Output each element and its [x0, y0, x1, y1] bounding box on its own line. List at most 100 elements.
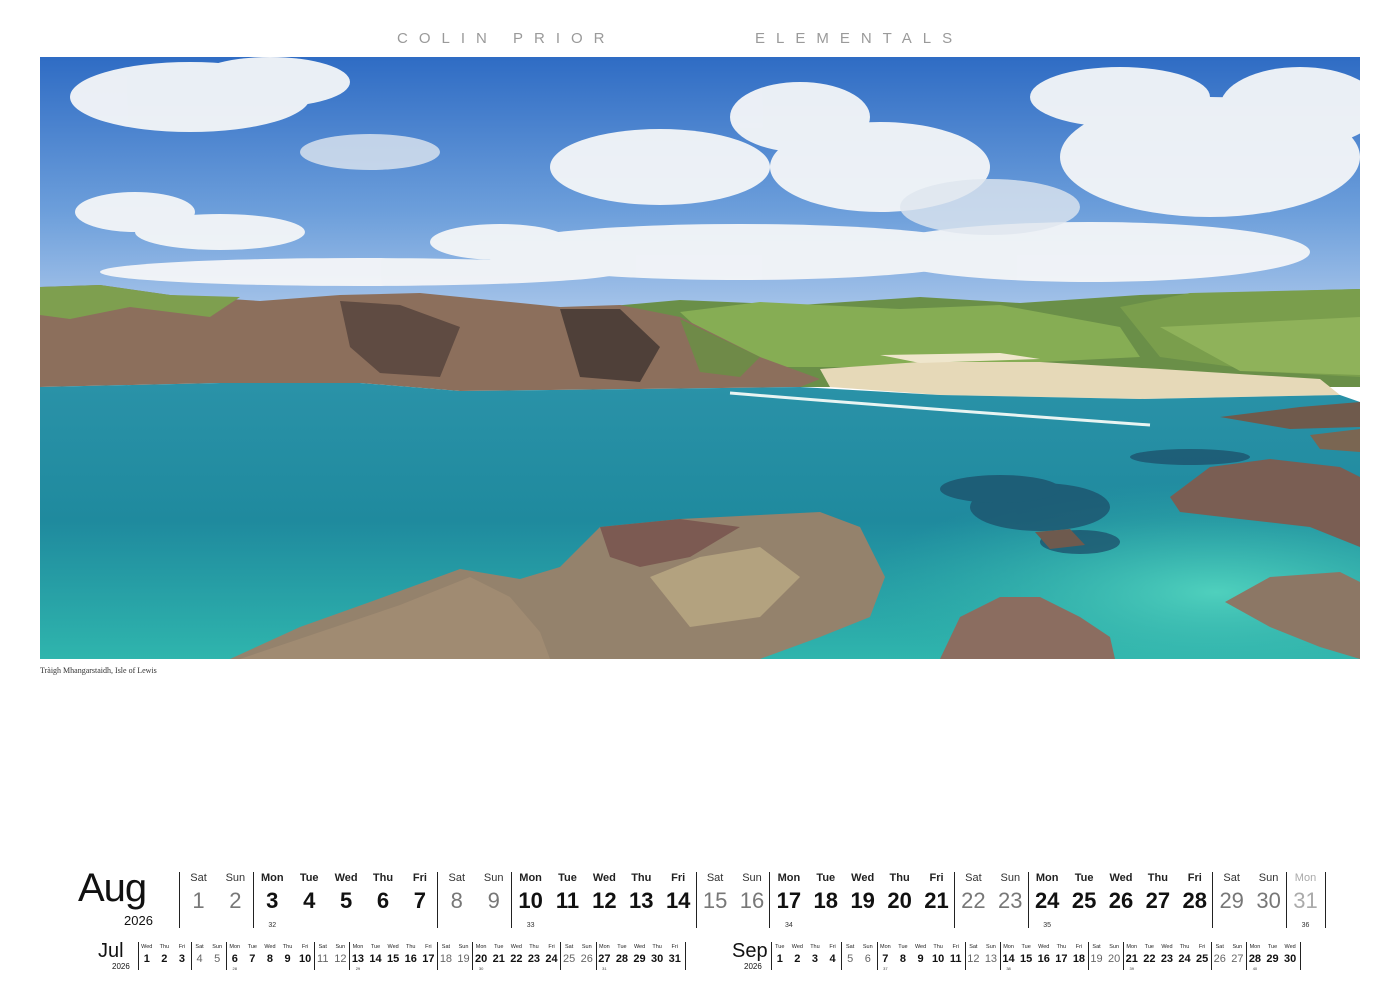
mini-day-cell: Sat 12: [965, 942, 983, 966]
day-name: Tue: [1074, 872, 1094, 884]
mini-day-name: Thu: [810, 944, 820, 950]
day-cell: Sat 8: [438, 870, 475, 916]
day-name: Fri: [412, 872, 427, 884]
day-cell: Mon 24 35: [1029, 870, 1066, 929]
day-separator: [179, 872, 180, 928]
day-number: 17: [776, 888, 802, 913]
day-cell: Tue 4: [291, 870, 328, 916]
day-number: 23: [998, 888, 1023, 913]
day-cell: Sun 23: [992, 870, 1029, 916]
mini-day-cell: Wed 9: [912, 942, 930, 966]
landscape-photo: [40, 57, 1360, 659]
mini-day-name: Sat: [969, 944, 978, 950]
day-separator: [953, 872, 955, 928]
mini-day-separator: [964, 942, 966, 970]
mini-day-name: Tue: [1267, 944, 1278, 950]
mini-day-number: 15: [1020, 953, 1033, 965]
mini-day-name: Mon: [1249, 944, 1261, 950]
day-number: 12: [592, 888, 617, 913]
mini-day-cell: Sat 26: [1211, 942, 1229, 966]
mini-day-cell: Sun 6: [859, 942, 877, 966]
mini-day-separator: [876, 942, 878, 970]
mini-day-number: 6: [864, 953, 871, 965]
day-separator: [511, 872, 513, 928]
mini-day-number: 5: [847, 953, 854, 965]
day-cell: Wed 5: [328, 870, 365, 916]
day-number: 21: [924, 888, 949, 913]
mini-week-number: 40: [1252, 966, 1258, 971]
mini-week-number: 39: [1129, 966, 1134, 971]
day-separator: [695, 872, 697, 928]
mini-day-number: 7: [882, 953, 889, 965]
day-number: 6: [376, 888, 390, 913]
day-cell: Tue 18: [807, 870, 844, 916]
mini-day-cell: Sat 5: [841, 942, 859, 966]
day-name: Wed: [851, 872, 875, 884]
day-name: Mon: [777, 872, 801, 884]
day-cell: Fri 21: [918, 870, 955, 916]
day-name: Sun: [225, 872, 246, 884]
mini-day-name: Sun: [1109, 944, 1120, 950]
main-month-grid: Sat 1 Sun 2 Mon 3 32 Tue 4 Wed 5 Thu 6 Fri 7 Sat 8 Sun 9 Mo…: [0, 870, 1400, 930]
mini-day-cell: Fri 18: [1070, 942, 1088, 966]
mini-day-cell: Fri 11: [947, 942, 965, 966]
day-number: 24: [1034, 888, 1060, 913]
mini-day-cell: Tue 8: [894, 942, 912, 966]
calendar-header: COLIN PRIOR ELEMENTALS: [0, 30, 1400, 54]
day-number: 15: [702, 888, 728, 913]
day-number: 2: [229, 888, 242, 913]
mini-day-name: Wed: [791, 944, 803, 950]
day-number: 18: [813, 888, 839, 913]
day-number: 16: [739, 888, 765, 913]
mini-day-separator: [999, 942, 1001, 970]
day-cell: Thu 13: [623, 870, 660, 916]
day-number: 5: [339, 888, 353, 913]
day-name: Sun: [742, 872, 762, 884]
mini-day-name: Sun: [986, 944, 996, 950]
mini-day-cell: Sun 27: [1229, 942, 1247, 966]
day-separator: [1286, 872, 1287, 928]
day-name: Sun: [483, 872, 504, 884]
day-separator: [1212, 872, 1214, 928]
mini-day-number: 29: [1266, 953, 1279, 965]
mini-day-cell: Sun 20: [1105, 942, 1123, 966]
mini-day-cell: Thu 17: [1053, 942, 1071, 966]
mini-day-cell: Tue 22: [1141, 942, 1159, 966]
mini-day-cell: Wed 16: [1035, 942, 1053, 966]
mini-day-cell: Mon 28 40: [1246, 942, 1264, 971]
day-cell: Sat 1: [180, 870, 217, 916]
mini-day-number: 30: [1284, 953, 1297, 965]
day-name: Sat: [1223, 872, 1240, 884]
mini-day-number: 28: [1248, 953, 1262, 965]
week-number: 34: [784, 922, 793, 929]
mini-day-name: Thu: [1179, 944, 1190, 950]
mini-day-name: Sat: [1092, 944, 1101, 950]
day-separator: [252, 872, 254, 928]
mini-day-number: 4: [829, 953, 836, 965]
mini-day-number: 3: [811, 953, 818, 965]
day-number: 28: [1182, 888, 1208, 913]
mini-day-number: 17: [1055, 953, 1068, 965]
day-cell: Mon 31 36: [1287, 870, 1324, 929]
mini-day-separator: [1246, 942, 1248, 970]
day-name: Mon: [1035, 872, 1059, 884]
day-cell: Sat 29: [1213, 870, 1250, 916]
mini-day-cell: Mon 21 39: [1123, 942, 1141, 971]
day-name: Fri: [671, 872, 686, 884]
mini-day-name: Thu: [933, 944, 943, 950]
day-name: Wed: [1109, 872, 1133, 884]
mini-day-number: 8: [899, 953, 906, 965]
day-name: Mon: [519, 872, 542, 884]
day-number: 9: [487, 888, 500, 913]
mini-day-name: Fri: [1198, 944, 1206, 950]
day-cell: Wed 19: [844, 870, 881, 916]
mini-day-cell: Tue 1: [771, 942, 789, 966]
mini-day-cell: Thu 3: [806, 942, 824, 966]
day-number: 7: [413, 888, 427, 913]
day-name: Sun: [1000, 872, 1021, 884]
mini-day-number: 25: [1196, 953, 1209, 965]
week-number: 33: [526, 922, 535, 929]
day-name: Fri: [929, 872, 944, 884]
next-month-grid: Tue 1 Wed 2 Thu 3 Fri 4 Sat 5 Sun 6 Mon 7 37 Tue 8 Wed 9 Th…: [0, 942, 1400, 972]
day-name: Tue: [558, 872, 577, 884]
